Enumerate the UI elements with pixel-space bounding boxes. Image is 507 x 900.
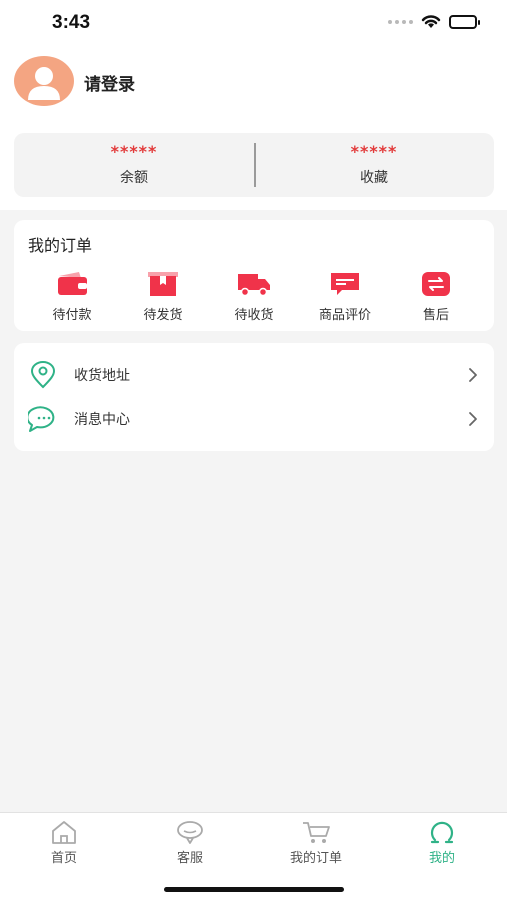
wallet-icon: [58, 272, 87, 295]
menu-label: 消息中心: [74, 412, 130, 428]
package-icon: [148, 272, 178, 296]
tab-label: 我的订单: [289, 851, 342, 866]
tab-service[interactable]: 客服: [127, 819, 253, 866]
exchange-icon: [422, 272, 450, 296]
tab-me[interactable]: 我的: [379, 819, 505, 866]
orders-card: 我的订单 待付款 待发货 待收货 商品评价 售后: [14, 220, 494, 331]
user-avatar-icon: [28, 67, 60, 100]
battery-icon: [449, 14, 480, 29]
status-time: 3:43: [52, 12, 91, 33]
menu-label: 收货地址: [74, 368, 130, 384]
avatar[interactable]: [14, 56, 74, 106]
balance-stat[interactable]: ***** 余额: [14, 133, 254, 197]
order-pending-receipt[interactable]: 待收货: [214, 270, 294, 323]
order-pending-payment[interactable]: 待付款: [32, 270, 112, 323]
cart-icon: [303, 822, 330, 843]
order-review[interactable]: 商品评价: [305, 270, 385, 323]
menu-item-messages[interactable]: 消息中心: [14, 397, 494, 441]
home-indicator: [164, 887, 344, 892]
order-label: 售后: [422, 308, 449, 323]
stats-card: ***** 余额 ***** 收藏: [14, 133, 494, 197]
favorites-value: *****: [350, 142, 398, 161]
tab-label: 客服: [176, 851, 203, 866]
wifi-icon: [421, 15, 441, 28]
message-icon: [28, 406, 55, 432]
favorites-stat[interactable]: ***** 收藏: [254, 133, 494, 197]
location-icon: [30, 361, 56, 389]
tab-label: 我的: [428, 851, 455, 866]
order-after-sales[interactable]: 售后: [396, 270, 476, 323]
service-icon: [177, 821, 203, 844]
balance-value: *****: [110, 142, 158, 161]
tab-home[interactable]: 首页: [1, 819, 127, 866]
order-label: 待付款: [52, 308, 92, 323]
menu-item-address[interactable]: 收货地址: [14, 353, 494, 397]
menu-card: 收货地址 消息中心: [14, 343, 494, 451]
tab-label: 首页: [50, 851, 77, 866]
status-icons: [388, 14, 480, 29]
order-label: 待收货: [234, 308, 274, 323]
signal-icon: [388, 19, 413, 24]
favorites-label: 收藏: [360, 170, 388, 186]
chevron-right-icon: [469, 412, 477, 426]
home-icon: [52, 821, 76, 844]
login-link[interactable]: 请登录: [84, 70, 135, 95]
balance-label: 余额: [120, 170, 148, 186]
user-icon: [430, 821, 454, 844]
order-label: 待发货: [143, 308, 183, 323]
order-pending-shipment[interactable]: 待发货: [123, 270, 203, 323]
orders-title: 我的订单: [28, 236, 93, 255]
order-label: 商品评价: [318, 308, 371, 323]
stats-divider: [254, 143, 256, 187]
truck-icon: [238, 274, 270, 297]
chevron-right-icon: [469, 368, 477, 382]
tab-orders[interactable]: 我的订单: [253, 819, 379, 866]
review-icon: [331, 273, 359, 295]
order-status-row: 待付款 待发货 待收货 商品评价 售后: [14, 270, 494, 326]
